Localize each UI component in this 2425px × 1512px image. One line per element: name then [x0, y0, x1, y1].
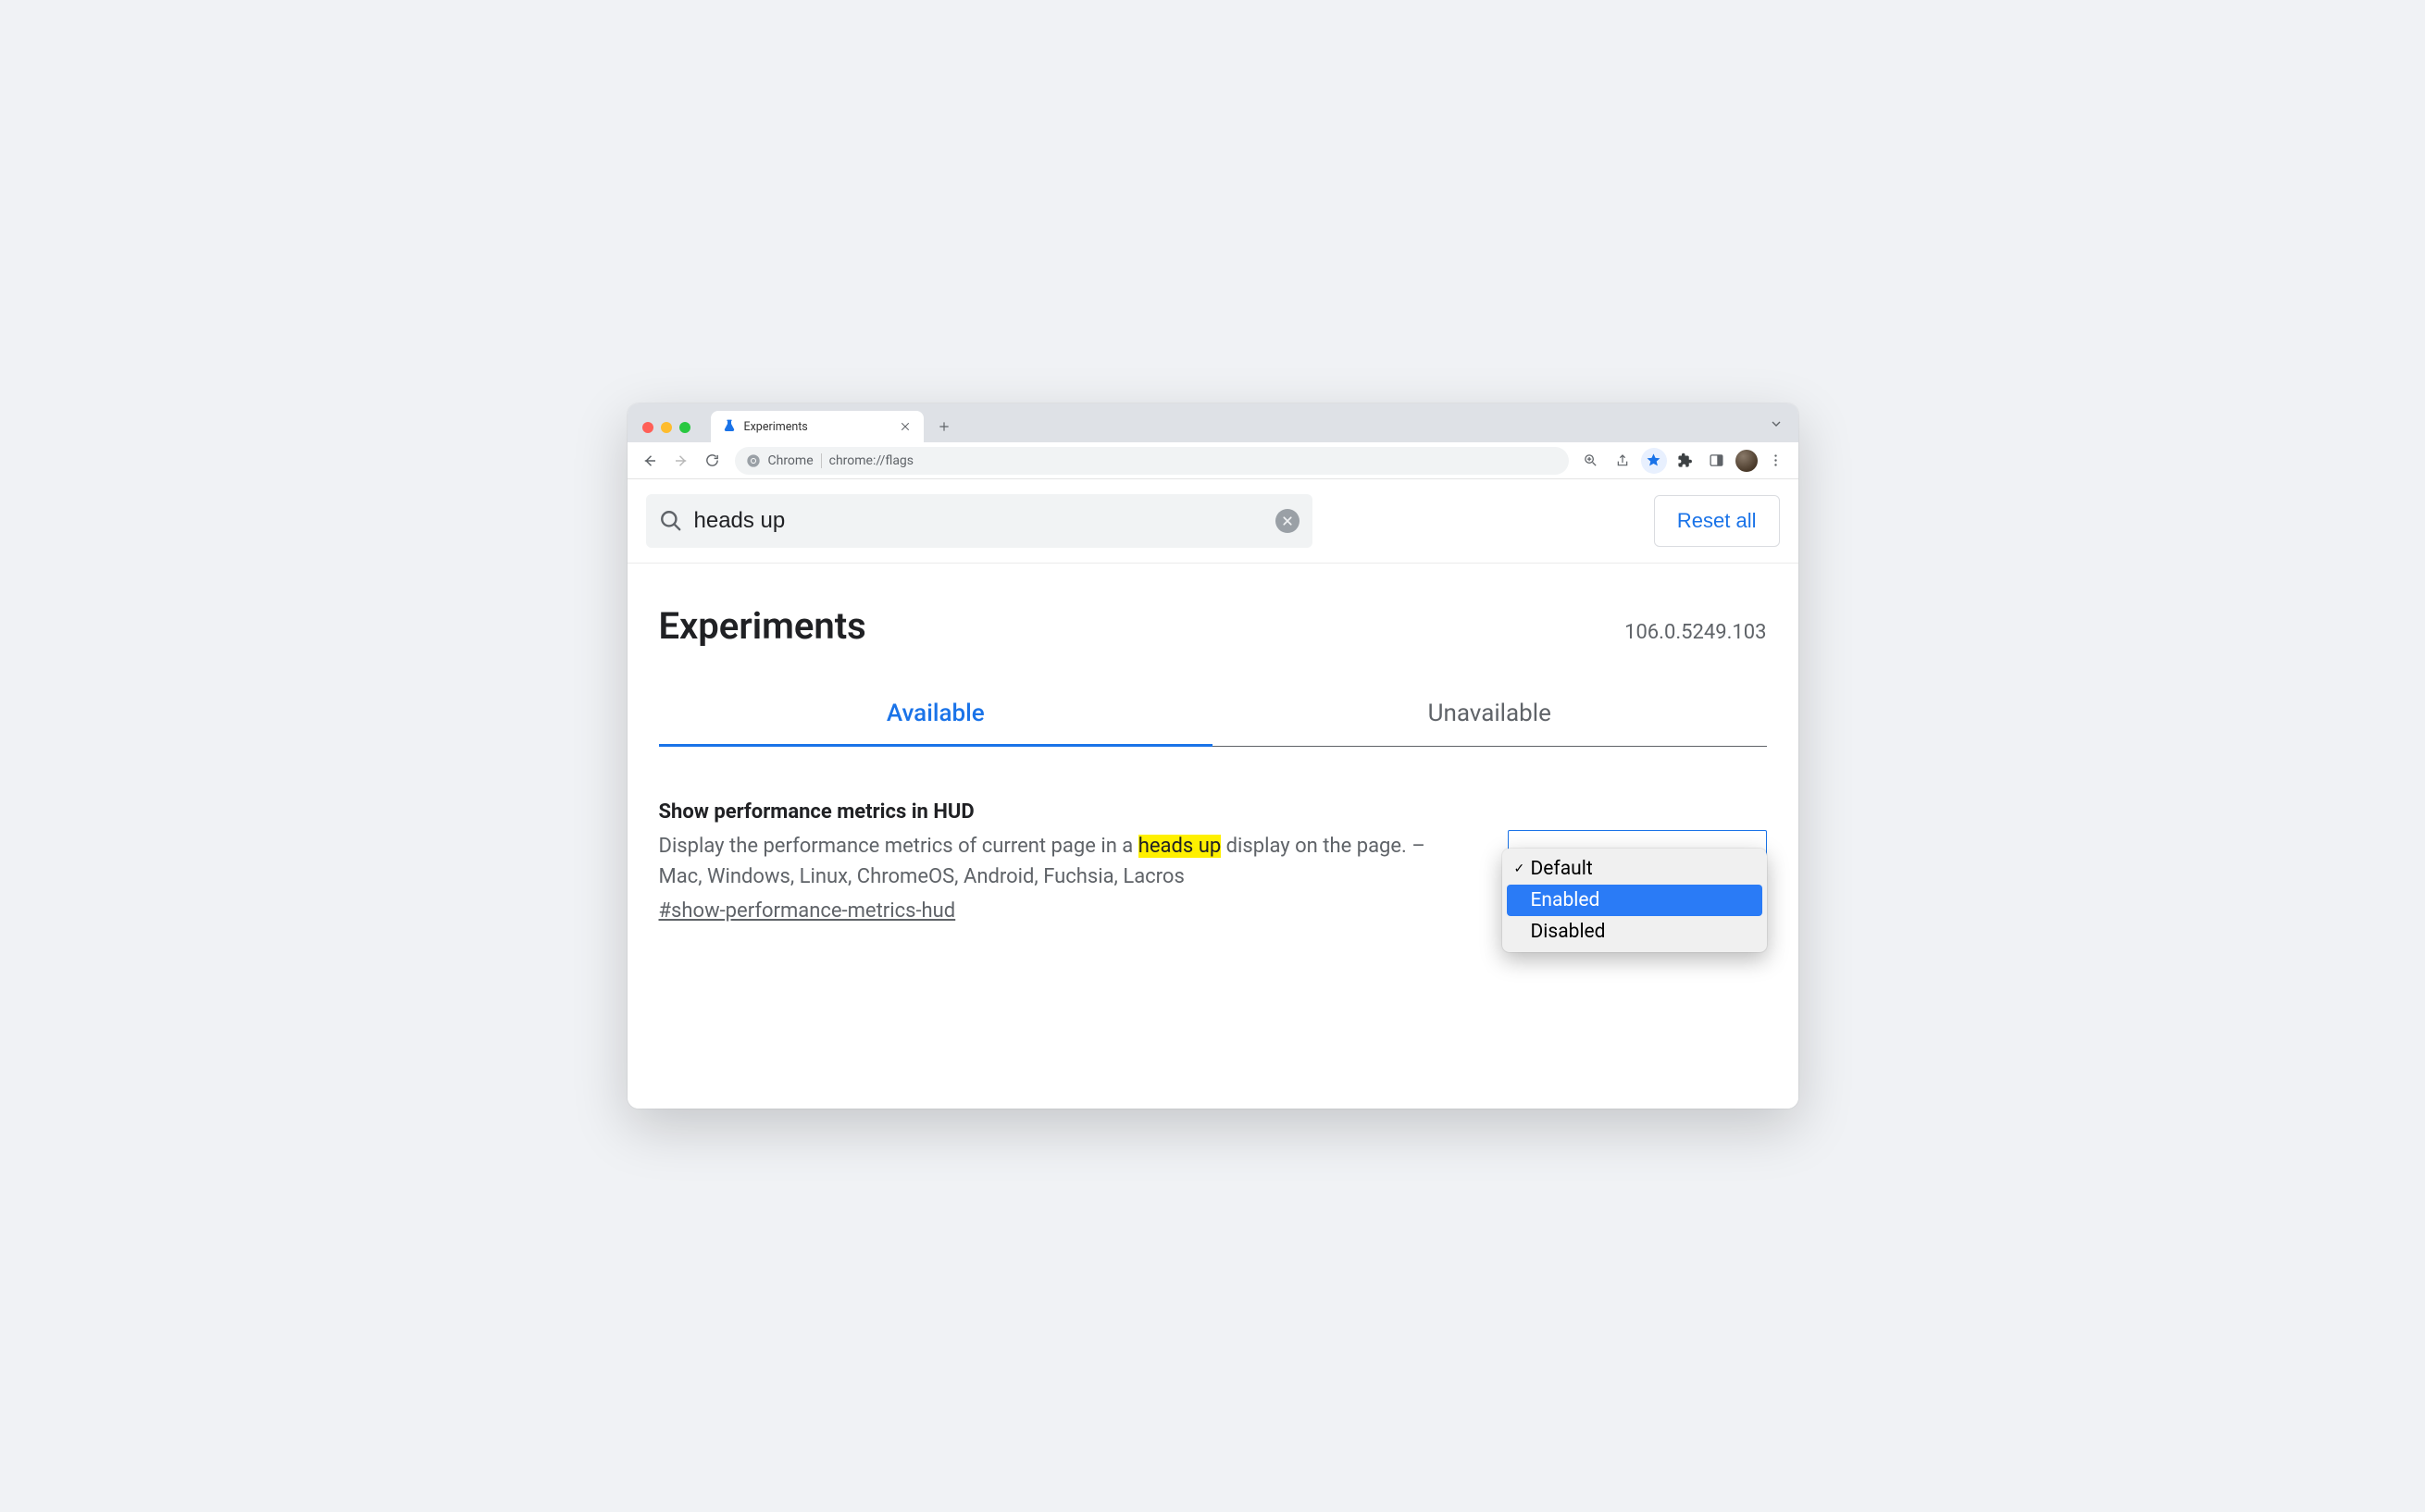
experiment-select[interactable]: ✓ Default Enabled Disabled [1508, 830, 1767, 863]
chrome-icon [746, 453, 761, 468]
clear-search-icon[interactable] [1275, 509, 1300, 533]
browser-window: Experiments [628, 403, 1798, 1109]
heading-row: Experiments 106.0.5249.103 [628, 564, 1798, 648]
window-controls [639, 422, 698, 442]
search-row: Reset all [628, 479, 1798, 564]
back-button[interactable] [637, 448, 663, 474]
dropdown-option-label: Disabled [1531, 921, 1606, 943]
tab-bar: Experiments [628, 403, 1798, 442]
tabs-overflow-chevron-icon[interactable] [1769, 416, 1784, 435]
profile-avatar[interactable] [1735, 450, 1758, 472]
tab-available[interactable]: Available [659, 700, 1213, 747]
version-label: 106.0.5249.103 [1624, 621, 1766, 644]
bookmark-star-icon[interactable] [1641, 448, 1667, 474]
dropdown-option-enabled[interactable]: Enabled [1507, 885, 1762, 916]
close-window-button[interactable] [642, 422, 653, 433]
address-url: chrome://flags [829, 453, 914, 468]
content-tabs: Available Unavailable [659, 700, 1767, 747]
extensions-icon[interactable] [1673, 448, 1698, 474]
share-icon[interactable] [1610, 448, 1635, 474]
toolbar: Chrome chrome://flags [628, 442, 1798, 479]
experiment-row: Show performance metrics in HUD Display … [628, 747, 1798, 923]
dropdown-option-disabled[interactable]: Disabled [1507, 916, 1762, 948]
tab-title: Experiments [744, 420, 890, 434]
address-prefix: Chrome [768, 453, 814, 468]
page-title: Experiments [659, 604, 866, 648]
search-box [646, 494, 1312, 548]
address-divider [821, 453, 822, 468]
dropdown-popup: ✓ Default Enabled Disabled [1502, 849, 1767, 952]
checkmark-icon: ✓ [1514, 861, 1531, 876]
reset-all-button[interactable]: Reset all [1654, 495, 1780, 547]
side-panel-icon[interactable] [1704, 448, 1730, 474]
browser-tab[interactable]: Experiments [711, 411, 924, 442]
zoom-icon[interactable] [1578, 448, 1604, 474]
experiment-title: Show performance metrics in HUD [659, 800, 1471, 824]
dropdown-option-label: Enabled [1531, 889, 1600, 911]
experiment-description: Display the performance metrics of curre… [659, 831, 1471, 892]
experiment-text: Show performance metrics in HUD Display … [659, 800, 1471, 923]
toolbar-right [1578, 448, 1789, 474]
page-content: Reset all Experiments 106.0.5249.103 Ava… [628, 479, 1798, 1109]
dropdown-option-default[interactable]: ✓ Default [1507, 853, 1762, 885]
search-highlight: heads up [1138, 835, 1221, 858]
maximize-window-button[interactable] [679, 422, 690, 433]
experiment-desc-before: Display the performance metrics of curre… [659, 835, 1138, 858]
flask-icon [722, 419, 737, 434]
tab-unavailable[interactable]: Unavailable [1212, 700, 1767, 747]
minimize-window-button[interactable] [661, 422, 672, 433]
new-tab-button[interactable] [931, 414, 957, 440]
close-tab-icon[interactable] [898, 419, 913, 434]
experiment-tag-link[interactable]: #show-performance-metrics-hud [659, 899, 956, 923]
forward-button[interactable] [668, 448, 694, 474]
reload-button[interactable] [700, 448, 726, 474]
dropdown-option-label: Default [1531, 858, 1593, 880]
search-input[interactable] [694, 508, 1264, 534]
search-icon [659, 509, 683, 533]
address-bar[interactable]: Chrome chrome://flags [735, 447, 1569, 475]
menu-dots-icon[interactable] [1763, 448, 1789, 474]
